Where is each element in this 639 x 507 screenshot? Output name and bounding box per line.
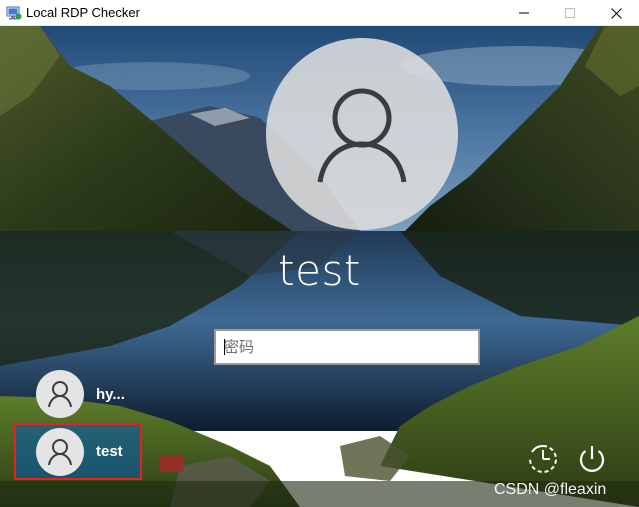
ease-of-access-icon <box>529 444 557 473</box>
lock-screen: test hy... test CSDN @fleaxin <box>0 26 639 507</box>
window-title: Local RDP Checker <box>26 5 140 20</box>
password-input[interactable] <box>216 331 478 363</box>
user-list-name: test <box>96 443 123 460</box>
watermark-text: CSDN @fleaxin <box>494 481 607 498</box>
user-icon <box>317 88 407 183</box>
maximize-icon <box>565 8 575 18</box>
user-avatar <box>36 427 84 476</box>
user-icon <box>48 381 72 408</box>
ease-of-access-button[interactable] <box>526 442 560 476</box>
title-bar: Local RDP Checker <box>0 0 639 26</box>
selected-user-avatar <box>266 38 458 230</box>
minimize-icon <box>519 12 529 14</box>
minimize-button[interactable] <box>501 0 547 26</box>
power-icon <box>579 446 605 472</box>
password-field[interactable] <box>214 329 480 365</box>
close-button[interactable] <box>593 0 639 26</box>
close-icon <box>610 7 622 19</box>
user-list-item-test[interactable]: test <box>16 424 140 479</box>
maximize-button[interactable] <box>547 0 593 26</box>
selected-user-name: test <box>278 246 361 295</box>
power-button[interactable] <box>575 442 609 476</box>
user-list-name: hy... <box>96 385 125 403</box>
user-icon <box>48 438 72 465</box>
app-icon <box>6 5 22 21</box>
user-list-item-hy[interactable]: hy... <box>30 368 162 420</box>
user-avatar <box>36 370 84 418</box>
text-caret <box>224 339 225 355</box>
